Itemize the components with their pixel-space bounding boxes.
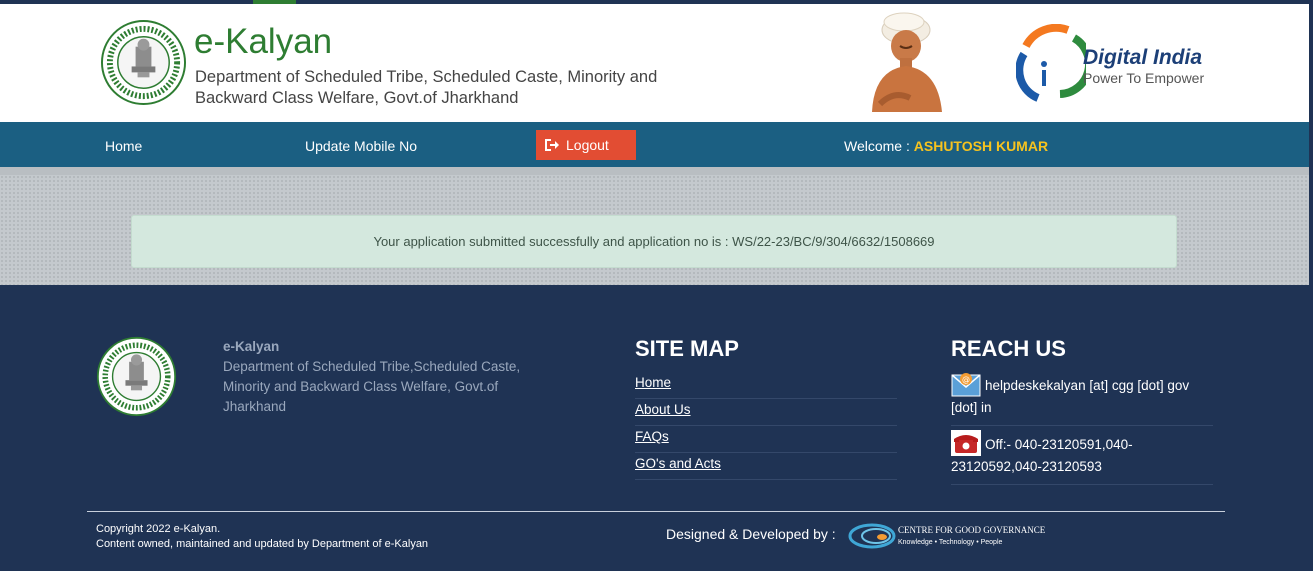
window-edge [1309, 0, 1313, 571]
digital-india-tagline: Power To Empower [1083, 70, 1205, 86]
success-alert: Your application submitted successfully … [131, 215, 1177, 268]
welcome-label: Welcome : [844, 138, 910, 154]
success-message: Your application submitted successfully … [373, 234, 935, 249]
footer-brand-desc: Department of Scheduled Tribe,Scheduled … [223, 359, 521, 414]
copyright-text: Copyright 2022 e-Kalyan. [96, 523, 221, 535]
digital-india-logo [1016, 24, 1086, 102]
cgg-logo: CENTRE FOR GOOD GOVERNANCE Knowledge • T… [848, 523, 1046, 549]
logout-label: Logout [566, 137, 609, 153]
birsa-munda-portrait [872, 12, 942, 112]
content-area-shadow [0, 167, 1309, 175]
digital-india-title: Digital India [1083, 46, 1203, 69]
site-title: e-Kalyan [194, 22, 333, 61]
footer-divider [87, 511, 1225, 512]
jharkhand-emblem-icon [100, 19, 187, 106]
cgg-tagline: Knowledge • Technology • People [898, 539, 1003, 546]
reach-email: @ helpdeskekalyan [at] cgg [dot] gov [do… [951, 371, 1213, 426]
sitemap-list: Home About Us FAQs GO's and Acts [635, 372, 897, 480]
welcome-text: Welcome : ASHUTOSH KUMAR [844, 138, 1048, 154]
reach-us: @ helpdeskekalyan [at] cgg [dot] gov [do… [951, 371, 1213, 489]
reach-heading: REACH US [951, 336, 1066, 361]
sitemap-heading: SITE MAP [635, 336, 739, 361]
footer-brand: e-Kalyan Department of Scheduled Tribe,S… [223, 337, 553, 417]
sitemap-link-about[interactable]: About Us [635, 399, 897, 426]
designed-by: Designed & Developed by : [666, 526, 836, 542]
envelope-icon: @ [951, 373, 981, 397]
site-header: e-Kalyan Department of Scheduled Tribe, … [0, 4, 1309, 122]
nav-home-link[interactable]: Home [105, 138, 142, 154]
nav-update-mobile-link[interactable]: Update Mobile No [305, 138, 417, 154]
telephone-icon [951, 430, 981, 456]
sitemap-link-faqs[interactable]: FAQs [635, 426, 897, 453]
main-nav: Home Update Mobile No Logout Welcome : A… [0, 122, 1309, 167]
sitemap-link-home[interactable]: Home [635, 372, 897, 399]
site-footer: e-Kalyan Department of Scheduled Tribe,S… [0, 285, 1309, 571]
cgg-name: CENTRE FOR GOOD GOVERNANCE [898, 525, 1046, 535]
svg-text:@: @ [962, 375, 970, 384]
sitemap-link-gos-acts[interactable]: GO's and Acts [635, 453, 897, 480]
sign-out-icon [545, 139, 559, 151]
copyright: Copyright 2022 e-Kalyan. Content owned, … [96, 522, 428, 552]
department-name: Department of Scheduled Tribe, Scheduled… [195, 68, 658, 107]
user-name: ASHUTOSH KUMAR [913, 138, 1049, 154]
reach-phone: Off:- 040-23120591,040-23120592,040-2312… [951, 430, 1213, 485]
logout-button[interactable]: Logout [536, 130, 636, 160]
email-text: helpdeskekalyan [at] cgg [dot] gov [dot]… [951, 378, 1190, 415]
content-note: Content owned, maintained and updated by… [96, 538, 429, 550]
footer-emblem-icon [96, 336, 177, 417]
footer-brand-title: e-Kalyan [223, 339, 280, 354]
